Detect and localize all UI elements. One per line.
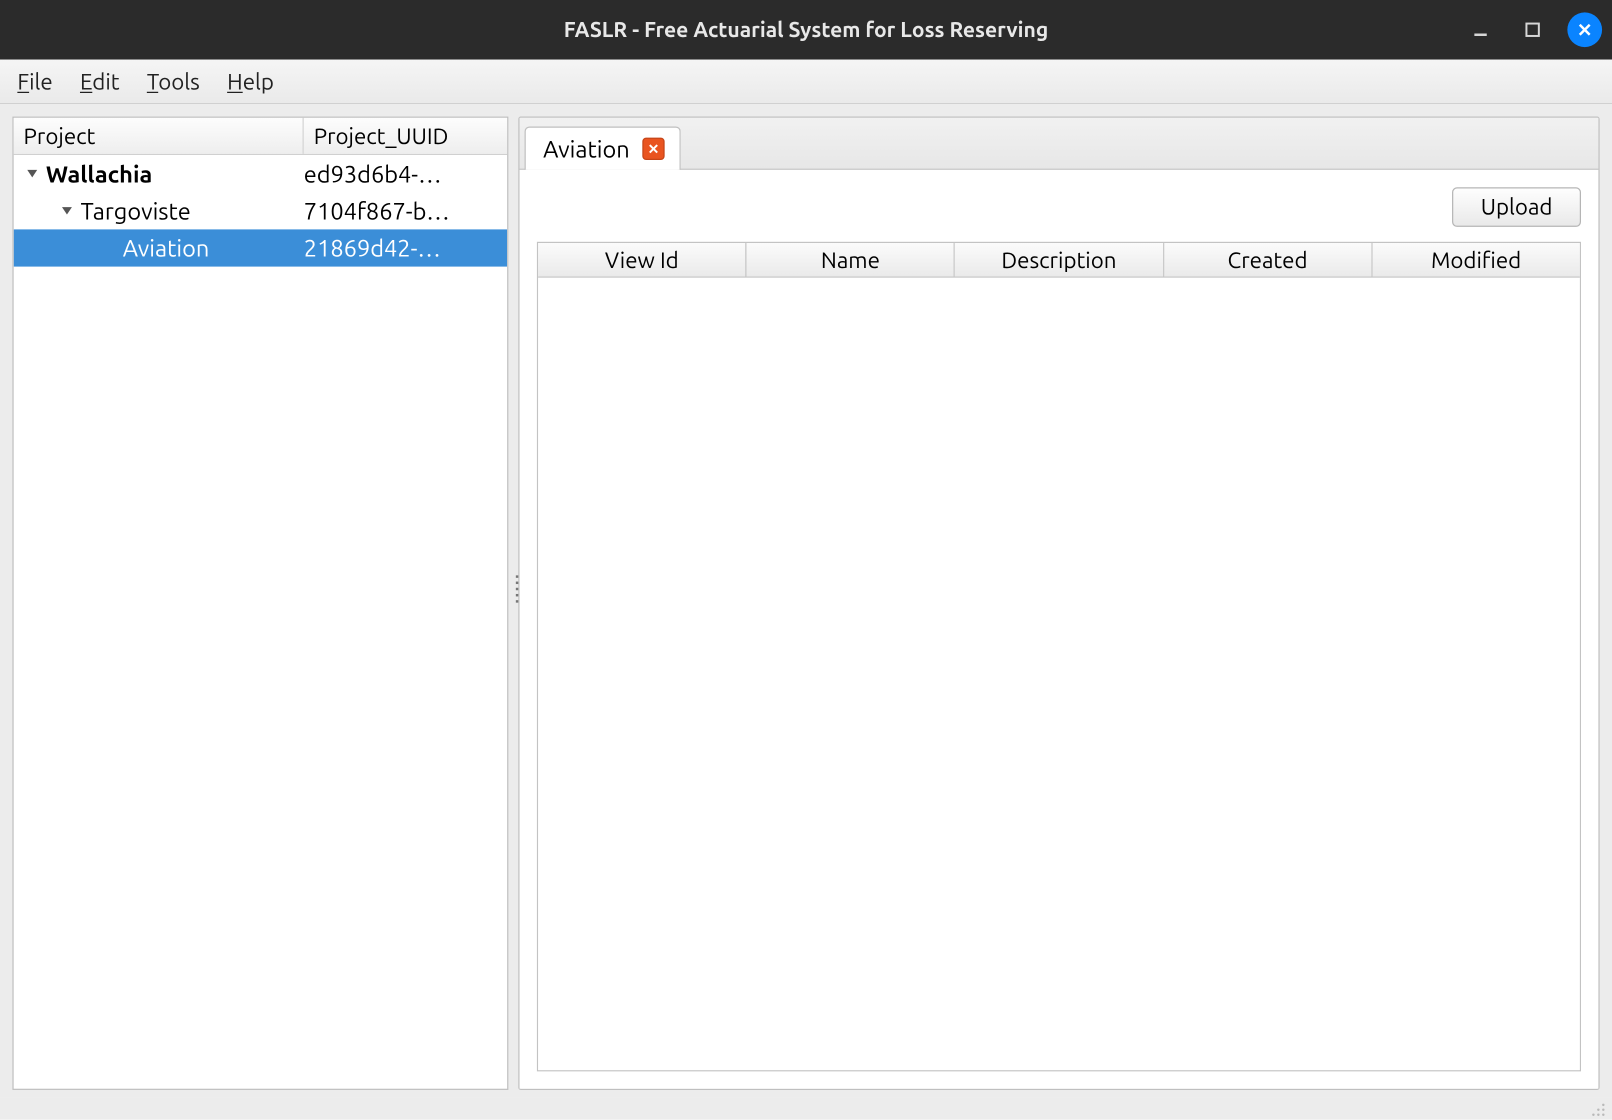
- project-tree[interactable]: Project Project_UUID Wallachia ed93d6b4-…: [12, 117, 508, 1090]
- window-controls: [1463, 0, 1602, 60]
- tree-row-aviation[interactable]: Aviation 21869d42-…: [14, 229, 508, 266]
- chevron-down-icon[interactable]: [24, 165, 41, 182]
- menubar: File Edit Tools Help: [0, 60, 1612, 105]
- menu-help[interactable]: Help: [227, 69, 274, 94]
- menu-file[interactable]: File: [17, 69, 52, 94]
- close-icon[interactable]: [642, 138, 664, 160]
- table-header: View Id Name Description Created Modifie…: [538, 243, 1580, 278]
- views-table[interactable]: View Id Name Description Created Modifie…: [537, 242, 1581, 1072]
- tab-label: Aviation: [543, 135, 630, 162]
- tree-header: Project Project_UUID: [14, 118, 508, 155]
- close-button[interactable]: [1567, 12, 1602, 47]
- maximize-button[interactable]: [1515, 12, 1550, 47]
- content-pane: Aviation Upload View Id Name Description…: [518, 117, 1599, 1090]
- col-created[interactable]: Created: [1164, 243, 1373, 276]
- tab-aviation[interactable]: Aviation: [525, 126, 681, 169]
- toolbar: Upload: [537, 187, 1581, 227]
- tree-label: Targoviste: [81, 197, 191, 224]
- col-viewid[interactable]: View Id: [538, 243, 747, 276]
- window-title: FASLR - Free Actuarial System for Loss R…: [564, 18, 1049, 42]
- tree-header-project[interactable]: Project: [14, 118, 304, 154]
- chevron-down-icon[interactable]: [58, 202, 75, 219]
- statusbar: [0, 1097, 1612, 1119]
- menu-edit[interactable]: Edit: [80, 69, 120, 94]
- tree-uuid: 7104f867-b…: [304, 197, 507, 224]
- menu-tools[interactable]: Tools: [147, 69, 200, 94]
- col-description[interactable]: Description: [955, 243, 1164, 276]
- tree-uuid: 21869d42-…: [304, 234, 507, 261]
- col-name[interactable]: Name: [747, 243, 956, 276]
- tree-row-wallachia[interactable]: Wallachia ed93d6b4-…: [14, 155, 508, 192]
- tab-page: Upload View Id Name Description Created …: [520, 170, 1599, 1089]
- upload-button[interactable]: Upload: [1452, 187, 1581, 227]
- col-modified[interactable]: Modified: [1372, 243, 1579, 276]
- table-body: [538, 278, 1580, 1070]
- minimize-button[interactable]: [1463, 12, 1498, 47]
- tree-uuid: ed93d6b4-…: [304, 160, 507, 187]
- resize-grip-icon[interactable]: [1587, 1099, 1607, 1119]
- tree-body: Wallachia ed93d6b4-… Targoviste 7104f867…: [14, 155, 508, 1089]
- tree-row-targoviste[interactable]: Targoviste 7104f867-b…: [14, 192, 508, 229]
- tab-strip: Aviation: [520, 118, 1599, 170]
- tree-label: Aviation: [123, 234, 210, 261]
- tree-header-uuid[interactable]: Project_UUID: [304, 118, 507, 154]
- titlebar: FASLR - Free Actuarial System for Loss R…: [0, 0, 1612, 60]
- tree-label: Wallachia: [46, 160, 152, 187]
- splitter-handle[interactable]: [513, 564, 520, 614]
- main-area: Project Project_UUID Wallachia ed93d6b4-…: [0, 104, 1612, 1097]
